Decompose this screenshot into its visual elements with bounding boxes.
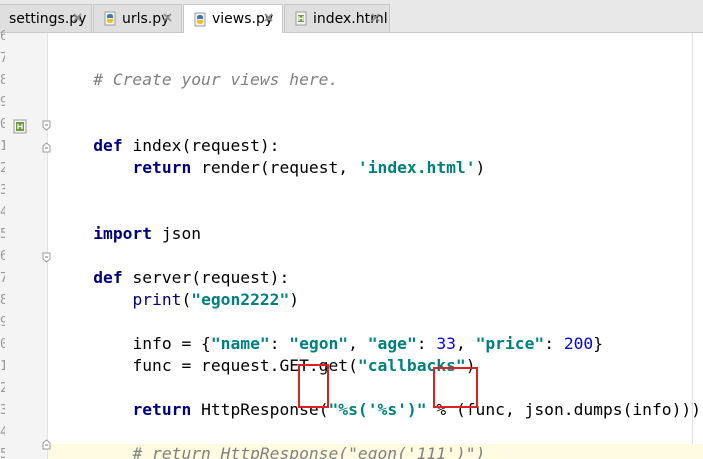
builtin-name: print (132, 290, 182, 309)
code-text: ) (289, 290, 300, 309)
line-number: 8 (0, 73, 5, 88)
line-number: 3 (0, 183, 5, 198)
line-number: 2 (0, 161, 5, 176)
close-icon[interactable] (162, 12, 173, 23)
code-line[interactable]: info = {"name": "egon", "age": 33, "pric… (54, 311, 603, 353)
tab-urls-py[interactable]: urls.py (93, 4, 182, 32)
code-text: } (593, 334, 604, 353)
fold-collapse-icon[interactable] (42, 252, 51, 263)
code-line[interactable]: print("egon2222") (54, 267, 299, 309)
line-number: 0 (0, 117, 5, 132)
python-file-icon (193, 12, 207, 27)
number-literal: 200 (563, 334, 594, 353)
line-number: 6 (0, 29, 5, 44)
line-number: 5 (0, 447, 5, 459)
line-number: 2 (0, 381, 5, 396)
line-number: 8 (0, 293, 5, 308)
string-literal: "price" (475, 334, 545, 353)
close-icon[interactable] (72, 12, 83, 23)
fold-collapse-icon[interactable] (42, 120, 51, 131)
line-number: 1 (0, 359, 5, 374)
string-literal: 'index.html' (357, 158, 476, 177)
keyword: import (93, 224, 153, 243)
line-number: 4 (0, 425, 5, 440)
line-number-gutter (0, 33, 48, 459)
code-editor[interactable]: 6 7 8 9 0 1 2 3 4 5 6 7 8 9 0 1 2 3 4 5 … (0, 29, 703, 459)
keyword: return (132, 158, 192, 177)
python-file-icon (103, 11, 117, 26)
gutter-divider (47, 33, 48, 459)
code-text: ) (475, 158, 486, 177)
string-literal: "egon2222" (191, 290, 290, 309)
code-text: ( (181, 290, 192, 309)
comment: # return HttpResponse("egon('111')") (132, 444, 486, 459)
line-number: 7 (0, 271, 5, 286)
line-number: 9 (0, 95, 5, 110)
line-number: 1 (0, 139, 5, 154)
code-text: render(request, (191, 158, 358, 177)
code-line[interactable]: # Create your views here. (54, 47, 338, 89)
line-number: 6 (0, 249, 5, 264)
line-number: 9 (0, 315, 5, 330)
annotation-box-format-placeholder (298, 364, 329, 408)
html-file-icon (294, 11, 308, 26)
tab-index-html[interactable]: index.html (284, 4, 390, 32)
code-line[interactable]: def server(request): (54, 245, 289, 287)
code-line[interactable]: func = request.GET.get("callbacks") (54, 333, 475, 375)
line-number: 4 (0, 205, 5, 220)
code-line[interactable]: return render(request, 'index.html') (54, 135, 485, 177)
fold-end-icon[interactable] (42, 439, 51, 450)
annotation-box-func-variable (433, 367, 478, 408)
line-number: 0 (0, 337, 5, 352)
tab-settings-py[interactable]: settings.py (0, 4, 92, 32)
line-number: 3 (0, 403, 5, 418)
code-text: json (152, 224, 202, 243)
tab-views-py[interactable]: views.py (183, 4, 283, 33)
code-line[interactable]: # return HttpResponse("egon('111')") (54, 421, 485, 459)
line-number: 5 (0, 227, 5, 242)
code-line[interactable]: return HttpResponse("%s('%s')" % (func, … (54, 377, 701, 419)
string-literal: "%s('%s')" (328, 400, 427, 419)
keyword: return (132, 400, 192, 419)
line-number: 7 (0, 51, 5, 66)
comment: # Create your views here. (93, 70, 339, 89)
close-icon[interactable] (370, 12, 381, 23)
fold-end-icon[interactable] (42, 142, 51, 153)
code-line[interactable]: def index(request): (54, 113, 279, 155)
close-icon[interactable] (263, 12, 274, 23)
code-line[interactable]: import json (54, 201, 201, 243)
editor-tab-bar: settings.py urls.py views.py index.html (0, 0, 703, 33)
related-template-icon[interactable] (13, 119, 27, 134)
code-text: : (544, 334, 564, 353)
